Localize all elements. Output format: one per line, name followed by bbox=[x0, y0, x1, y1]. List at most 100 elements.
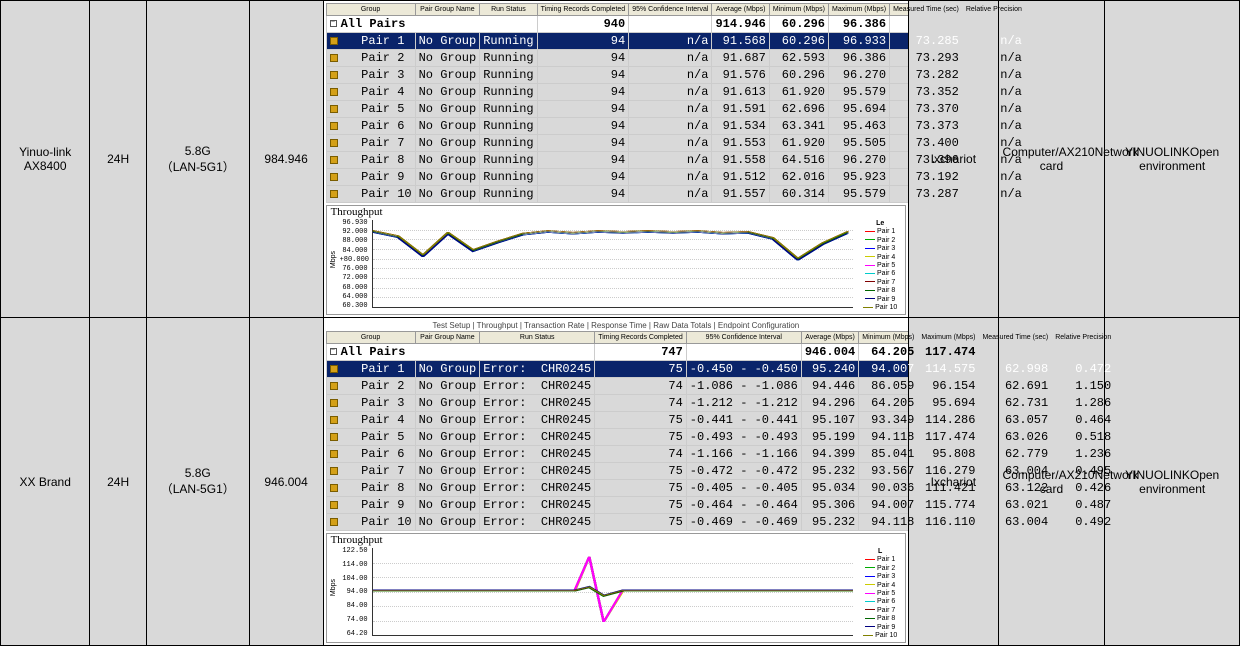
pair-icon bbox=[330, 467, 338, 475]
ix-col-header: Maximum (Mbps) bbox=[829, 4, 890, 16]
chart-ytick: 74.00 bbox=[340, 617, 368, 624]
comparison-row: Yinuo-link AX840024H5.8G（LAN-5G1）984.946… bbox=[1, 1, 1240, 318]
cell-device: Yinuo-link AX8400 bbox=[1, 1, 90, 318]
ix-col-header: 95% Confidence Interval bbox=[686, 332, 801, 344]
chart-ytick: 114.00 bbox=[340, 562, 368, 569]
chart-legend: LePair 1Pair 2Pair 3Pair 4Pair 5Pair 6Pa… bbox=[857, 208, 903, 312]
ix-row[interactable]: Pair 4No GroupRunning94n/a91.61361.92095… bbox=[326, 84, 1025, 101]
chart-ytick: 64.000 bbox=[340, 294, 368, 301]
cell-env: YINUOLINKOpen environment bbox=[1105, 1, 1240, 318]
chart-plot-area bbox=[372, 220, 854, 308]
pair-icon bbox=[330, 54, 338, 62]
chart-title: Throughput bbox=[331, 206, 383, 218]
ix-tab-bar[interactable]: Test Setup | Throughput | Transaction Ra… bbox=[326, 320, 907, 331]
cell-band: 5.8G（LAN-5G1） bbox=[146, 1, 249, 318]
cell-env: YINUOLINKOpen environment bbox=[1105, 318, 1240, 646]
pair-icon bbox=[330, 416, 338, 424]
chart-ytick: 68.000 bbox=[340, 285, 368, 292]
ix-col-header: 95% Confidence Interval bbox=[629, 4, 712, 16]
collapse-icon[interactable] bbox=[330, 20, 337, 27]
pair-icon bbox=[330, 399, 338, 407]
pair-icon bbox=[330, 484, 338, 492]
chart-ytick: 84.000 bbox=[340, 248, 368, 255]
ix-col-header: Timing Records Completed bbox=[537, 4, 629, 16]
pair-icon bbox=[330, 190, 338, 198]
cell-band: 5.8G（LAN-5G1） bbox=[146, 318, 249, 646]
chart-ytick: +80.000 bbox=[340, 257, 368, 264]
chart-legend-item: Pair 6 bbox=[859, 598, 901, 606]
chart-yaxis: 122.50 114.00 104.00 94.00 84.00 74.00 64.20 bbox=[338, 536, 370, 640]
pair-icon bbox=[330, 88, 338, 96]
pair-icon bbox=[330, 139, 338, 147]
chart-legend-item: Pair 3 bbox=[859, 573, 901, 581]
ix-col-header: Average (Mbps) bbox=[712, 4, 769, 16]
chart-ytick: 88.000 bbox=[340, 238, 368, 245]
ix-row[interactable]: Pair 10No GroupRunning94n/a91.55760.3149… bbox=[326, 186, 1025, 203]
collapse-icon[interactable] bbox=[330, 348, 337, 355]
chart-plot-area bbox=[372, 548, 854, 636]
pair-icon bbox=[330, 173, 338, 181]
cell-device: XX Brand bbox=[1, 318, 90, 646]
chart-ytick: 64.20 bbox=[340, 631, 368, 638]
ix-row[interactable]: Pair 8No GroupRunning94n/a91.55864.51696… bbox=[326, 152, 1025, 169]
chart-legend-item: Pair 4 bbox=[859, 254, 901, 262]
chart-legend-item: Pair 5 bbox=[859, 262, 901, 270]
ix-row[interactable]: Pair 7No GroupRunning94n/a91.55361.92095… bbox=[326, 135, 1025, 152]
ix-row-selected[interactable]: Pair 1No GroupRunning94n/a91.56860.29696… bbox=[326, 33, 1025, 50]
chart-yaxis: 96.930 92.000 88.000 84.000 +80.000 76.000 72.… bbox=[338, 208, 370, 312]
chart-legend-item: Pair 7 bbox=[859, 607, 901, 615]
pair-icon bbox=[330, 105, 338, 113]
chart-ytick: 84.00 bbox=[340, 603, 368, 610]
chart-legend: LPair 1Pair 2Pair 3Pair 4Pair 5Pair 6Pai… bbox=[857, 536, 903, 640]
throughput-chart: Throughput Mbps 96.930 92.000 88.000 84.000 +8… bbox=[326, 205, 907, 315]
throughput-chart: ThroughputMbps122.50114.00104.0094.0084.… bbox=[326, 533, 907, 643]
pair-icon bbox=[330, 71, 338, 79]
ix-col-header: Minimum (Mbps) bbox=[769, 4, 828, 16]
cell-duration: 24H bbox=[90, 1, 147, 318]
chart-ytick: 122.50 bbox=[340, 548, 368, 555]
pair-icon bbox=[330, 518, 338, 526]
ix-row[interactable]: Pair 6No GroupRunning94n/a91.53463.34195… bbox=[326, 118, 1025, 135]
chart-legend-item: Pair 9 bbox=[859, 624, 901, 632]
cell-throughput: 984.946 bbox=[249, 1, 323, 318]
cell-screenshot: Test Setup | Throughput | Transaction Ra… bbox=[323, 318, 909, 646]
chart-ytick: 76.000 bbox=[340, 266, 368, 273]
comparison-table: Yinuo-link AX840024H5.8G（LAN-5G1）984.946… bbox=[0, 0, 1240, 646]
chart-legend-item: Pair 8 bbox=[859, 615, 901, 623]
ix-row[interactable]: Pair 2No GroupRunning94n/a91.68762.59396… bbox=[326, 50, 1025, 67]
pair-icon bbox=[330, 450, 338, 458]
ix-col-header: Group bbox=[326, 4, 415, 16]
chart-legend-title: L bbox=[859, 548, 901, 556]
chart-legend-item: Pair 3 bbox=[859, 245, 901, 253]
ix-row[interactable]: Pair 5No GroupRunning94n/a91.59162.69695… bbox=[326, 101, 1025, 118]
ix-col-header: Run Status bbox=[480, 332, 595, 344]
chart-ytick: 94.00 bbox=[340, 589, 368, 596]
chart-legend-item: Pair 1 bbox=[859, 556, 901, 564]
chart-ytick: 72.000 bbox=[340, 275, 368, 282]
chart-title: Throughput bbox=[331, 534, 383, 546]
pair-icon bbox=[330, 156, 338, 164]
chart-legend-item: Pair 2 bbox=[859, 565, 901, 573]
chart-ytick: 92.000 bbox=[340, 229, 368, 236]
chart-legend-title: Le bbox=[859, 220, 901, 228]
chart-legend-item: Pair 10 bbox=[859, 632, 901, 640]
chart-ylabel: Mbps bbox=[329, 251, 338, 268]
pair-icon bbox=[330, 382, 338, 390]
chart-ytick: 96.930 bbox=[340, 220, 368, 227]
chart-legend-item: Pair 2 bbox=[859, 237, 901, 245]
cell-screenshot: GroupPair Group NameRun StatusTiming Rec… bbox=[323, 1, 909, 318]
pair-icon bbox=[330, 37, 338, 45]
pair-icon bbox=[330, 501, 338, 509]
chart-ytick: 104.00 bbox=[340, 576, 368, 583]
ix-col-header: Timing Records Completed bbox=[595, 332, 687, 344]
ix-col-header: Average (Mbps) bbox=[801, 332, 858, 344]
chart-ytick: 60.300 bbox=[340, 303, 368, 310]
chart-legend-item: Pair 7 bbox=[859, 279, 901, 287]
chart-legend-item: Pair 10 bbox=[859, 304, 901, 312]
pair-icon bbox=[330, 365, 338, 373]
ix-row[interactable]: Pair 3No GroupRunning94n/a91.57660.29696… bbox=[326, 67, 1025, 84]
chart-legend-item: Pair 4 bbox=[859, 582, 901, 590]
comparison-row: XX Brand24H5.8G（LAN-5G1）946.004Test Setu… bbox=[1, 318, 1240, 646]
pair-icon bbox=[330, 433, 338, 441]
ix-row[interactable]: Pair 9No GroupRunning94n/a91.51262.01695… bbox=[326, 169, 1025, 186]
